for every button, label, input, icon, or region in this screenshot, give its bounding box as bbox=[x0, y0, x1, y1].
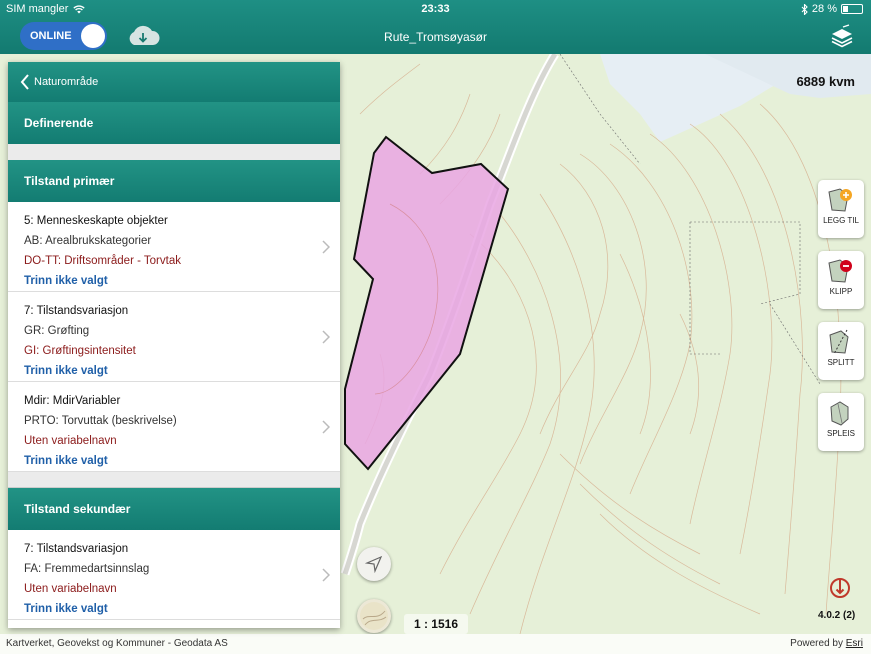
add-polygon-icon bbox=[828, 188, 852, 212]
powered-by: Powered by Esri bbox=[790, 638, 863, 649]
item-step: Trinn ikke valgt bbox=[24, 455, 108, 467]
map-attribution: Kartverket, Geovekst og Kommuner - Geoda… bbox=[0, 634, 871, 654]
layers-icon[interactable] bbox=[829, 24, 855, 48]
version-label: 4.0.2 (2) bbox=[818, 610, 856, 621]
list-item[interactable]: Mdir: MdirVariabler PRTO: Torvuttak (bes… bbox=[8, 382, 340, 472]
item-step: Trinn ikke valgt bbox=[24, 275, 108, 287]
item-category: PRTO: Torvuttak (beskrivelse) bbox=[24, 415, 177, 427]
chevron-right-icon bbox=[322, 568, 330, 582]
chevron-right-icon bbox=[322, 420, 330, 434]
split-polygon-icon bbox=[829, 329, 849, 355]
item-title: 5: Menneskeskapte objekter bbox=[24, 215, 168, 227]
item-variable: Uten variabelnavn bbox=[24, 583, 117, 595]
tool-label-cut: KLIPP bbox=[829, 287, 853, 296]
chevron-right-icon bbox=[322, 240, 330, 254]
powered-by-label: Powered by bbox=[790, 638, 843, 649]
cut-polygon-icon bbox=[828, 259, 852, 283]
battery-icon bbox=[841, 4, 863, 14]
item-title: 7: Tilstandsvariasjon bbox=[24, 543, 129, 555]
route-title: Rute_Tromsøyasør bbox=[384, 30, 487, 44]
list-item[interactable]: 5: Menneskeskapte objekter AB: Arealbruk… bbox=[8, 202, 340, 292]
item-variable: DO-TT: Driftsområder - Torvtak bbox=[24, 255, 181, 267]
item-category: FA: Fremmedartsinnslag bbox=[24, 563, 150, 575]
item-title: Mdir: MdirVariabler bbox=[24, 395, 121, 407]
item-title: 7: Tilstandsvariasjon bbox=[24, 305, 129, 317]
map-scale: 1 : 1516 bbox=[404, 614, 468, 634]
basemap-thumbnail-icon bbox=[360, 602, 388, 630]
locate-me-button[interactable] bbox=[357, 547, 391, 581]
bluetooth-icon bbox=[801, 3, 808, 15]
definerende-section[interactable]: Definerende bbox=[8, 102, 340, 144]
primary-state-header: Tilstand primær bbox=[8, 160, 340, 202]
item-variable: GI: Grøftingsintensitet bbox=[24, 345, 136, 357]
merge-polygon-button[interactable]: SPLEIS bbox=[818, 393, 864, 451]
list-item[interactable]: 7: Tilstandsvariasjon GR: Grøfting GI: G… bbox=[8, 292, 340, 382]
basemap-button[interactable] bbox=[357, 599, 391, 633]
merge-polygon-icon bbox=[830, 401, 849, 426]
cut-polygon-button[interactable]: KLIPP bbox=[818, 251, 864, 309]
add-polygon-button[interactable]: LEGG TIL bbox=[818, 180, 864, 238]
north-arrow-icon[interactable] bbox=[828, 576, 852, 600]
location-arrow-icon bbox=[365, 555, 383, 573]
esri-link[interactable]: Esri bbox=[846, 638, 863, 649]
area-measurement: 6889 kvm bbox=[796, 74, 855, 89]
chevron-right-icon bbox=[322, 330, 330, 344]
tool-label-add: LEGG TIL bbox=[823, 216, 859, 225]
battery-percent: 28 % bbox=[811, 3, 837, 15]
item-category: GR: Grøfting bbox=[24, 325, 90, 337]
split-polygon-button[interactable]: SPLITT bbox=[818, 322, 864, 380]
status-time: 23:33 bbox=[421, 3, 450, 15]
tool-label-merge: SPLEIS bbox=[826, 429, 855, 438]
back-button[interactable]: Naturområde bbox=[8, 62, 340, 102]
detail-panel: Naturområde Definerende Tilstand primær … bbox=[8, 62, 340, 628]
top-bar: SIM mangler 23:33 28 % ONLINE Rute_Troms… bbox=[0, 0, 871, 54]
back-label: Naturområde bbox=[34, 76, 99, 88]
item-step: Trinn ikke valgt bbox=[24, 365, 108, 377]
status-right: 28 % bbox=[801, 3, 863, 15]
chevron-left-icon bbox=[20, 74, 29, 90]
item-category: AB: Arealbrukskategorier bbox=[24, 235, 152, 247]
list-item[interactable]: 7: Tilstandsvariasjon FA: Fremmedartsinn… bbox=[8, 530, 340, 620]
secondary-state-header: Tilstand sekundær bbox=[8, 488, 340, 530]
item-step: Trinn ikke valgt bbox=[24, 603, 108, 615]
section-divider bbox=[8, 144, 340, 160]
tool-label-split: SPLITT bbox=[827, 358, 855, 367]
item-variable: Uten variabelnavn bbox=[24, 435, 117, 447]
attribution-text: Kartverket, Geovekst og Kommuner - Geoda… bbox=[6, 638, 228, 649]
section-divider bbox=[8, 472, 340, 488]
